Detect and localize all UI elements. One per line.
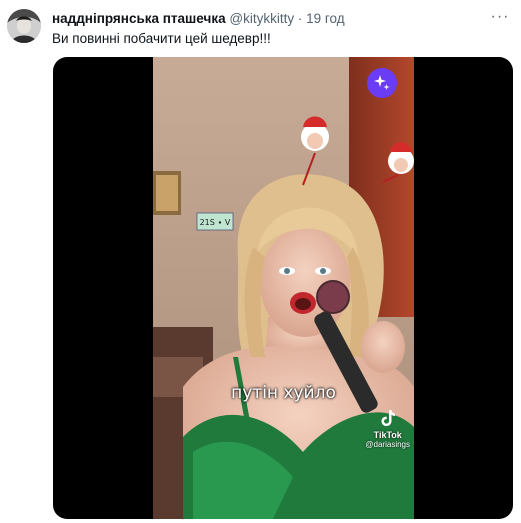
tiktok-watermark: TikTok @dariasings	[365, 409, 410, 450]
sparkle-icon	[374, 75, 390, 90]
avatar-image	[7, 9, 41, 43]
tweet-text: Ви повинні побачити цей шедевр!!!	[52, 31, 271, 46]
tweet-time[interactable]: 19 год	[306, 11, 344, 26]
avatar[interactable]	[7, 9, 41, 43]
tweet-header: наддніпрянська пташечка @kitykkitty · 19…	[52, 10, 491, 27]
author-name[interactable]: наддніпрянська пташечка	[52, 11, 226, 26]
tiktok-logo-icon	[381, 410, 395, 426]
video-subtitle: путін хуйло	[231, 383, 336, 403]
author-handle[interactable]: @kitykkitty	[229, 11, 294, 26]
more-horizontal-icon: ···	[490, 8, 510, 25]
tiktok-brand: TikTok	[373, 430, 402, 440]
sparkle-button[interactable]	[367, 68, 397, 98]
tweet: наддніпрянська пташечка @kitykkitty · 19…	[0, 0, 521, 523]
separator-dot: ·	[297, 11, 303, 26]
video-frame[interactable]: 21S ∙ V путін хуйло TikTok @dariasings	[153, 57, 414, 519]
more-options-button[interactable]: ···	[491, 8, 509, 26]
video-player[interactable]: 21S ∙ V путін хуйло TikTok @dariasings	[53, 57, 513, 519]
tiktok-username: @dariasings	[365, 440, 410, 449]
svg-text:21S ∙ V: 21S ∙ V	[200, 218, 231, 227]
